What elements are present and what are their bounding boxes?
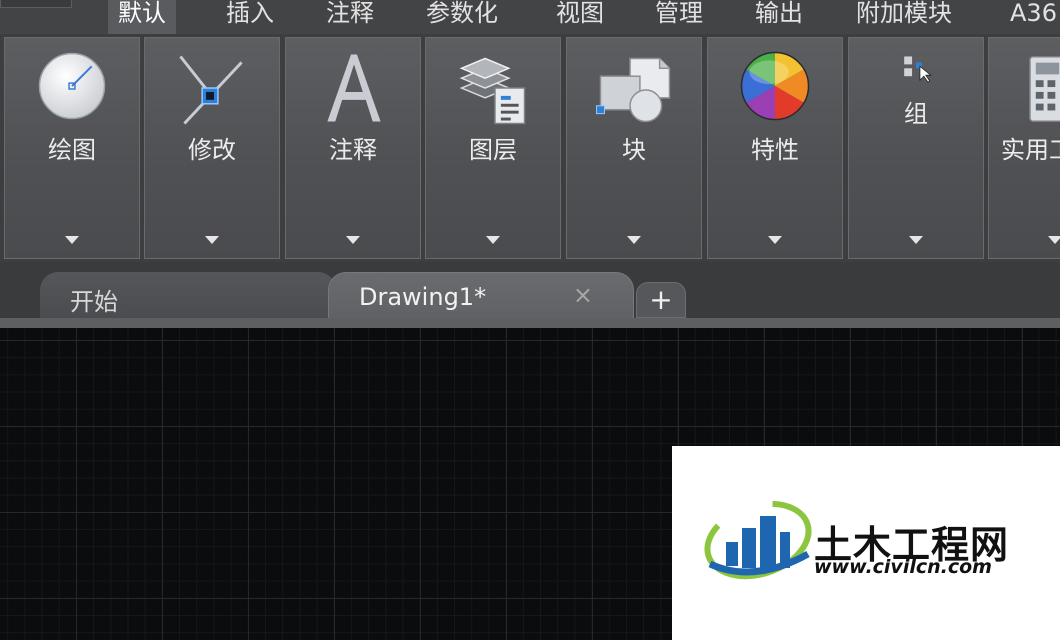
menu-tab-parametric[interactable]: 参数化 [426, 0, 498, 34]
panel-modify-label: 修改 [188, 136, 236, 164]
panel-utilities-label: 实用工 [1001, 136, 1060, 164]
block-icon [596, 57, 671, 123]
layers-icon [459, 57, 526, 125]
panel-properties[interactable]: 特性 [707, 37, 843, 259]
menu-tab-default[interactable]: 默认 [108, 0, 176, 34]
panel-draw-expand-icon[interactable] [65, 236, 79, 244]
panel-block-expand-icon[interactable] [627, 236, 641, 244]
new-tab-button[interactable]: + [636, 282, 686, 318]
panel-properties-label: 特性 [751, 136, 799, 164]
draw-circle-icon [38, 52, 106, 120]
menu-tab-view[interactable]: 视图 [556, 0, 604, 34]
menu-tab-annotate[interactable]: 注释 [326, 0, 374, 34]
doc-tab-start[interactable]: 开始 [40, 272, 336, 324]
menu-tab-insert[interactable]: 插入 [226, 0, 274, 34]
panel-block[interactable]: 块 [566, 37, 702, 259]
color-wheel-icon [740, 51, 810, 121]
panel-block-label: 块 [622, 136, 646, 164]
panel-layers[interactable]: 图层 [425, 37, 561, 259]
panel-utilities[interactable]: 实用工 [988, 37, 1060, 259]
menu-tab-addins[interactable]: 附加模块 [856, 0, 952, 34]
menu-tab-manage[interactable]: 管理 [655, 0, 703, 34]
close-icon[interactable]: × [573, 281, 593, 309]
panel-properties-expand-icon[interactable] [768, 236, 782, 244]
panel-draw-label: 绘图 [48, 136, 96, 164]
panel-annotation-label: 注释 [329, 136, 377, 164]
panel-modify-expand-icon[interactable] [205, 236, 219, 244]
panel-group-label: 组 [904, 100, 928, 128]
watermark-url: www.civilcn.com [814, 556, 992, 578]
panel-group[interactable]: 组 [848, 37, 984, 259]
menu-tab-output[interactable]: 输出 [755, 0, 803, 34]
menu-bar: 默认 插入 注释 参数化 视图 管理 输出 附加模块 A36 [0, 0, 1060, 34]
panel-annotation[interactable]: 注释 [285, 37, 421, 259]
panel-utilities-expand-icon[interactable] [1048, 236, 1060, 244]
ribbon: 绘图 修改 注释 图层 块 特性 组 实用 [0, 34, 1060, 262]
panel-modify[interactable]: 修改 [144, 37, 280, 259]
text-a-icon [327, 54, 381, 122]
panel-annotation-expand-icon[interactable] [346, 236, 360, 244]
watermark: 土木工程网 www.civilcn.com [672, 446, 1060, 640]
quick-access-stub[interactable] [0, 0, 72, 8]
doc-tab-start-label: 开始 [70, 288, 118, 316]
menu-tab-a360[interactable]: A36 [1010, 0, 1057, 34]
modify-lines-icon [179, 55, 243, 125]
panel-layers-expand-icon[interactable] [486, 236, 500, 244]
doc-tab-drawing1[interactable]: Drawing1* × [328, 272, 634, 324]
calculator-icon [1029, 56, 1060, 122]
panel-draw[interactable]: 绘图 [4, 37, 140, 259]
panel-group-expand-icon[interactable] [909, 236, 923, 244]
panel-layers-label: 图层 [469, 136, 517, 164]
doc-tab-drawing1-label: Drawing1* [359, 283, 487, 311]
tab-underline [0, 318, 1060, 328]
document-tab-bar: 开始 Drawing1* × [0, 262, 1060, 324]
civilcn-logo-icon [704, 500, 812, 580]
